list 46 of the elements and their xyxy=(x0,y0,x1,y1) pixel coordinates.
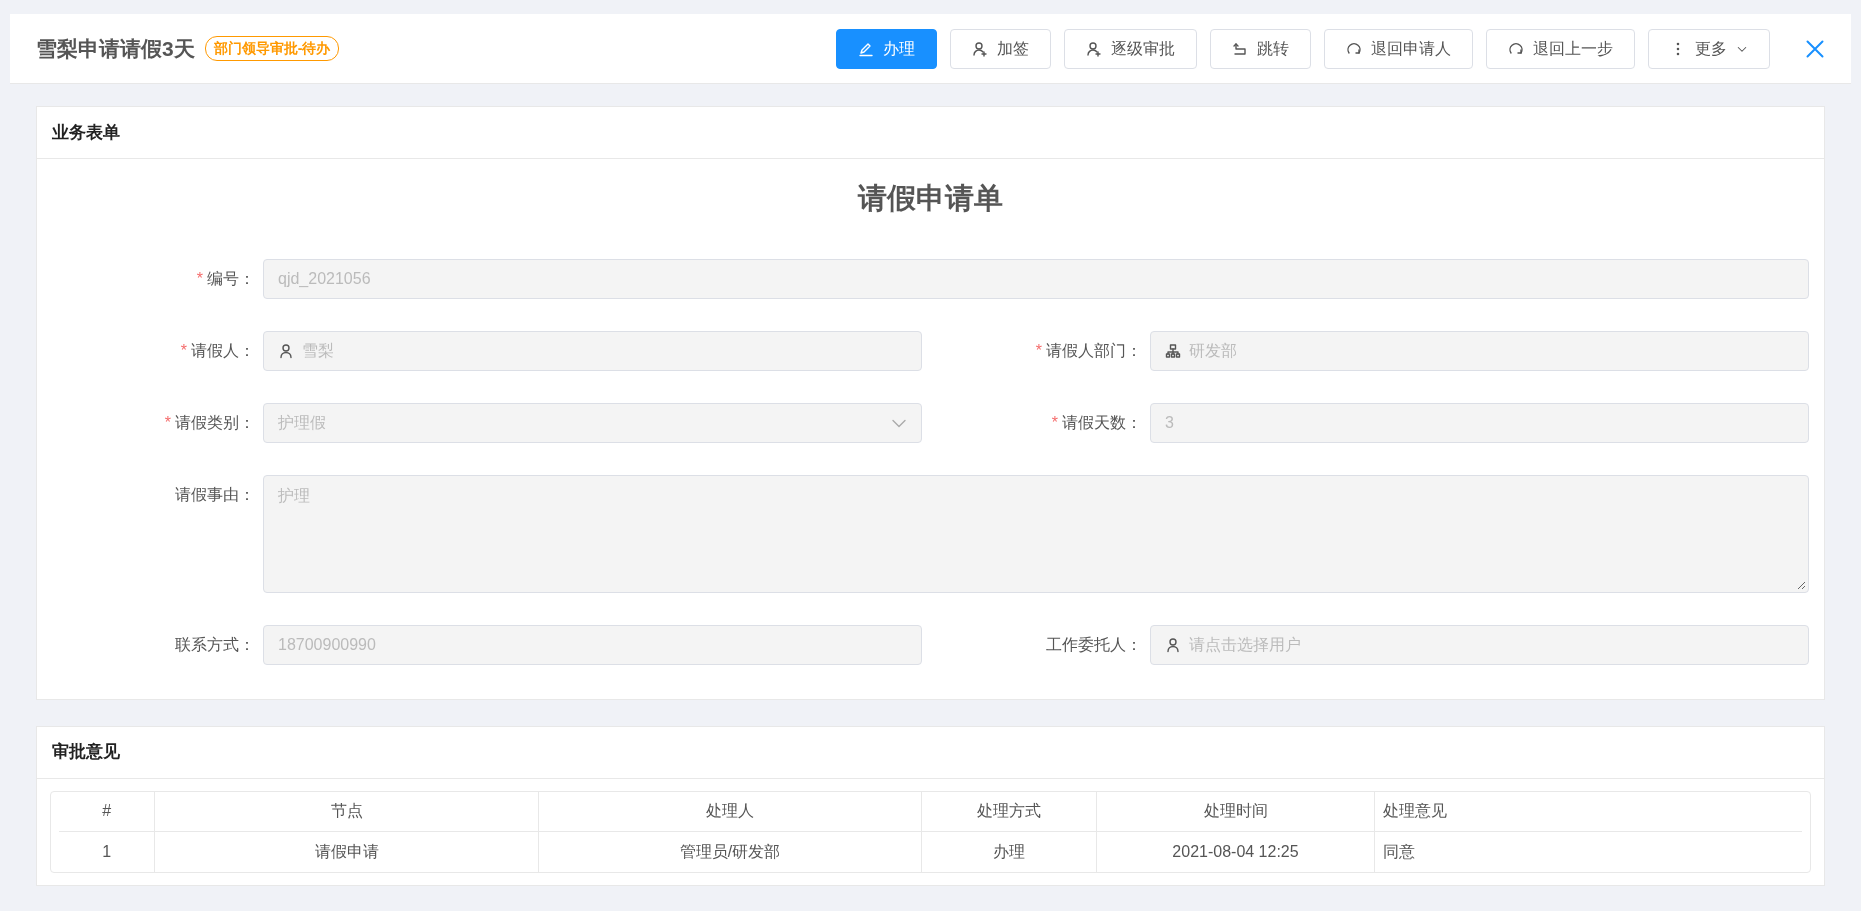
form-title: 请假申请单 xyxy=(856,181,1004,216)
table-cell: 请假申请 xyxy=(154,831,539,872)
field-label: 请假天数： xyxy=(1062,413,1142,431)
column-header: 处理方式 xyxy=(921,791,1097,832)
user-icon xyxy=(1165,636,1181,653)
field-label: 联系方式： xyxy=(175,635,255,653)
field-label: 请假人部门： xyxy=(1046,341,1142,359)
field-label: 请假类别： xyxy=(175,413,255,431)
table-cell: 管理员/研发部 xyxy=(538,831,922,872)
refresh-icon xyxy=(1508,40,1524,57)
status-badge: 部门领导审批-待办 xyxy=(204,36,340,61)
return-arrow-icon xyxy=(1232,40,1248,57)
field-label: 请假事由： xyxy=(175,485,255,503)
close-icon[interactable] xyxy=(1805,38,1825,59)
field-label: 请假人： xyxy=(191,341,255,359)
toolbar-button[interactable]: 退回上一步 xyxy=(1486,28,1635,69)
field-label: 工作委托人： xyxy=(1046,635,1142,653)
required-mark: * xyxy=(1035,341,1042,359)
required-mark: * xyxy=(196,269,203,287)
card-title: 审批意见 xyxy=(52,741,120,764)
toolbar-button[interactable]: 逐级审批 xyxy=(1064,28,1197,69)
required-mark: * xyxy=(1051,413,1058,431)
toolbar-button[interactable]: 更多 xyxy=(1648,28,1770,69)
page-title: 雪梨申请请假3天 xyxy=(36,35,195,62)
user-plus-icon xyxy=(1086,40,1102,57)
required-mark: * xyxy=(164,413,171,431)
toolbar-button[interactable]: 退回申请人 xyxy=(1324,28,1473,69)
required-mark: * xyxy=(180,341,187,359)
table-cell: 同意 xyxy=(1374,831,1802,872)
table-cell: 2021-08-04 12:25 xyxy=(1096,831,1375,872)
toolbar-button[interactable]: 办理 xyxy=(836,28,937,69)
user-icon xyxy=(278,342,294,359)
table-cell: 1 xyxy=(59,831,155,872)
table-cell: 办理 xyxy=(921,831,1097,872)
org-chart-icon xyxy=(1165,342,1181,359)
refresh-icon xyxy=(1346,40,1362,57)
column-header: 处理时间 xyxy=(1096,791,1375,832)
field-label: 编号： xyxy=(207,269,255,287)
column-header: # xyxy=(59,791,155,832)
card-title: 业务表单 xyxy=(52,121,120,144)
column-header: 处理人 xyxy=(538,791,922,832)
user-plus-icon xyxy=(972,40,988,57)
column-header: 处理意见 xyxy=(1374,791,1802,832)
column-header: 节点 xyxy=(154,791,539,832)
toolbar-button[interactable]: 加签 xyxy=(950,28,1051,69)
toolbar-button[interactable]: 跳转 xyxy=(1210,28,1311,69)
